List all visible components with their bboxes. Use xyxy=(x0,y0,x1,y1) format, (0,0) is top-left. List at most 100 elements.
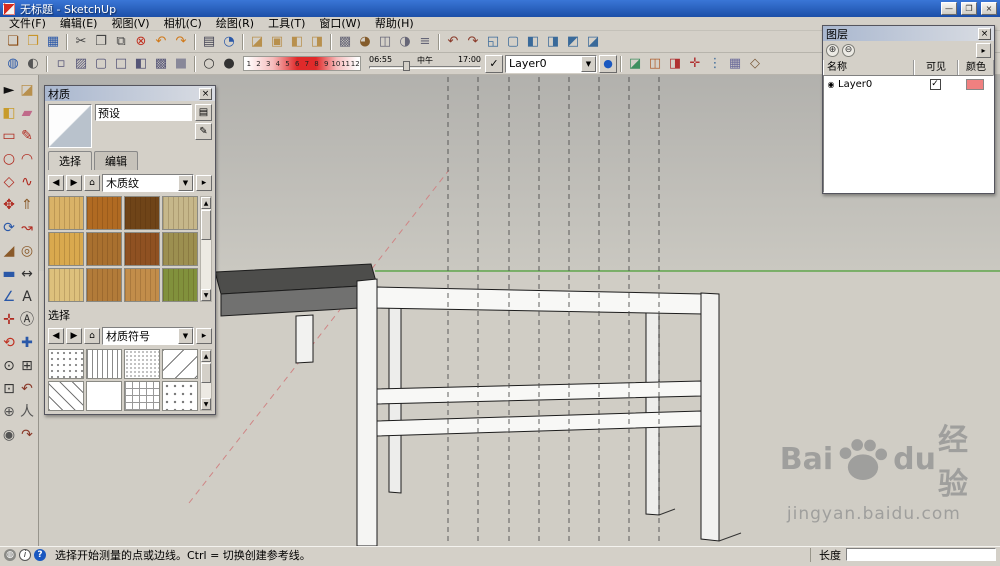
paint-bucket-tool[interactable]: ◧ xyxy=(0,101,18,124)
materials-tab[interactable]: 编辑 xyxy=(94,151,138,170)
remove-layer-button[interactable]: ⊖ xyxy=(842,44,855,57)
back-arrow-icon[interactable]: ◀ xyxy=(48,175,64,191)
cut-icon[interactable]: ✂ xyxy=(71,32,91,51)
front-view-icon[interactable]: ◧ xyxy=(523,32,543,51)
shaded-icon[interactable]: ◧ xyxy=(131,54,151,73)
wood-swatch-3[interactable] xyxy=(124,196,160,230)
walk-tool[interactable]: 人 xyxy=(18,400,36,423)
freehand-tool[interactable]: ∿ xyxy=(18,170,36,193)
pattern-dots[interactable] xyxy=(48,349,84,379)
rear-right-leg[interactable] xyxy=(645,300,660,516)
wood-swatch-11[interactable] xyxy=(124,268,160,302)
camera-next-icon[interactable]: ↷ xyxy=(463,32,483,51)
details-arrow-icon[interactable]: ▸ xyxy=(196,175,212,191)
redo-icon[interactable]: ↷ xyxy=(171,32,191,51)
delete-icon[interactable]: ⊗ xyxy=(131,32,151,51)
scroll-up-icon[interactable]: ▲ xyxy=(201,197,211,209)
time-slider-groove[interactable] xyxy=(369,66,481,69)
circle-tool[interactable]: ○ xyxy=(0,147,18,170)
layer-check-button[interactable]: ✓ xyxy=(485,54,503,73)
front-right-post[interactable] xyxy=(700,292,720,542)
back-view-icon[interactable]: ◩ xyxy=(563,32,583,51)
menu-item[interactable]: 工具(T) xyxy=(261,17,312,31)
offset-tool[interactable]: ◎ xyxy=(18,239,36,262)
forward-arrow-icon[interactable]: ▶ xyxy=(66,175,82,191)
help-icon[interactable]: ? xyxy=(34,548,46,561)
shadow-dialog-icon[interactable]: ◐ xyxy=(23,54,43,73)
hidden-geometry-icon[interactable]: ▦ xyxy=(725,54,745,73)
zoom-tool[interactable]: ⊙ xyxy=(0,354,18,377)
front-left-post[interactable] xyxy=(356,278,378,546)
copy-icon[interactable]: ❐ xyxy=(91,32,111,51)
menu-item[interactable]: 文件(F) xyxy=(2,17,53,31)
right-view-icon[interactable]: ◨ xyxy=(543,32,563,51)
wood-swatch-12[interactable] xyxy=(162,268,198,302)
entity-info-icon[interactable]: ▩ xyxy=(335,32,355,51)
paste-icon[interactable]: ⧉ xyxy=(111,32,131,51)
hidden-line-icon[interactable]: □ xyxy=(111,54,131,73)
arc-tool[interactable]: ◠ xyxy=(18,147,36,170)
make-component-icon[interactable]: ◪ xyxy=(247,32,267,51)
tabletop-leg[interactable] xyxy=(295,314,314,364)
styles-browser-icon[interactable]: ◑ xyxy=(395,32,415,51)
sample-paint-icon[interactable]: ✎ xyxy=(195,123,212,140)
edit-component-icon[interactable]: ◧ xyxy=(287,32,307,51)
iso-view-icon[interactable]: ◱ xyxy=(483,32,503,51)
wood-swatch-8[interactable] xyxy=(162,232,198,266)
section-plane-icon[interactable]: ◪ xyxy=(625,54,645,73)
scrollbar-thumb[interactable] xyxy=(201,210,211,240)
orbit-tool[interactable]: ⟲ xyxy=(0,331,18,354)
material-preview-thumbnail[interactable] xyxy=(48,104,92,148)
shadow-time-slider[interactable]: 06:55 中午 17:00 xyxy=(369,55,481,72)
push-pull-tool[interactable]: ⇑ xyxy=(18,193,36,216)
back-edges-icon[interactable]: ▨ xyxy=(71,54,91,73)
layer-row[interactable]: ◉ Layer0 ✓ xyxy=(824,76,993,92)
geolocate-icon[interactable]: ◍ xyxy=(4,548,16,561)
left-view-icon[interactable]: ◪ xyxy=(583,32,603,51)
rectangle-tool[interactable]: ▭ xyxy=(0,124,18,147)
fog-toggle-icon[interactable]: ● xyxy=(219,54,239,73)
wood-swatch-9[interactable] xyxy=(48,268,84,302)
menu-item[interactable]: 编辑(E) xyxy=(53,17,105,31)
look-around-tool[interactable]: ◉ xyxy=(0,423,18,446)
move-tool[interactable]: ✥ xyxy=(0,193,18,216)
chevron-down-icon[interactable]: ▼ xyxy=(178,175,193,191)
credits-icon[interactable]: i xyxy=(19,548,31,561)
open-icon[interactable]: ❒ xyxy=(23,32,43,51)
layer-color-button[interactable]: ● xyxy=(599,54,617,73)
active-layer-dropdown[interactable]: Layer0 ▼ xyxy=(505,54,597,73)
minimize-button[interactable]: — xyxy=(941,2,957,15)
section-display-icon[interactable]: ◫ xyxy=(645,54,665,73)
zoom-extents-tool[interactable]: ⊡ xyxy=(0,377,18,400)
column-header-visible[interactable]: 可见 xyxy=(914,60,958,75)
tape-measure-tool[interactable]: ▬ xyxy=(0,262,18,285)
materials-tab[interactable]: 选择 xyxy=(48,151,92,170)
line-tool[interactable]: ✎ xyxy=(18,124,36,147)
measurement-input[interactable] xyxy=(846,548,996,561)
collection-dropdown-2[interactable]: 材质符号 ▼ xyxy=(102,327,194,345)
rotate-tool[interactable]: ⟳ xyxy=(0,216,18,239)
pattern-grid[interactable] xyxy=(124,381,160,411)
wireframe-icon[interactable]: ▢ xyxy=(91,54,111,73)
unit-settings-icon[interactable]: ◇ xyxy=(745,54,765,73)
layers-panel-titlebar[interactable]: 图层 × xyxy=(823,26,994,41)
pattern-diagonal[interactable] xyxy=(162,349,198,379)
add-layer-button[interactable]: ⊕ xyxy=(826,44,839,57)
back-arrow-icon[interactable]: ◀ xyxy=(48,328,64,344)
scroll-down-icon[interactable]: ▼ xyxy=(201,289,211,301)
wood-swatch-5[interactable] xyxy=(48,232,84,266)
materials-browser-icon[interactable]: ◕ xyxy=(355,32,375,51)
print-icon[interactable]: ▤ xyxy=(199,32,219,51)
top-view-icon[interactable]: ▢ xyxy=(503,32,523,51)
pan-tool[interactable]: ✚ xyxy=(18,331,36,354)
display-mode-icon[interactable]: ◍ xyxy=(3,54,23,73)
text-tool[interactable]: A xyxy=(18,285,36,308)
polygon-tool[interactable]: ◇ xyxy=(0,170,18,193)
axes-tool[interactable]: ✛ xyxy=(0,308,18,331)
wood-swatch-7[interactable] xyxy=(124,232,160,266)
wood-swatch-4[interactable] xyxy=(162,196,198,230)
pattern-vlines[interactable] xyxy=(86,349,122,379)
forward-arrow-icon[interactable]: ▶ xyxy=(66,328,82,344)
column-header-color[interactable]: 颜色 xyxy=(958,60,994,75)
model-info-icon[interactable]: ◔ xyxy=(219,32,239,51)
